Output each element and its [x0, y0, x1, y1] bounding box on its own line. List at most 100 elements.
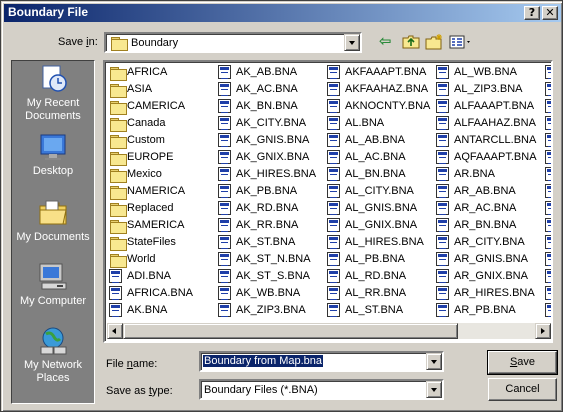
item-label: AK_HIRES.BNA	[236, 168, 317, 180]
bna-file-icon	[436, 133, 449, 147]
bna-file-icon[interactable]	[545, 150, 551, 164]
place-label: My Documents	[16, 231, 90, 243]
bna-file-icon	[327, 252, 340, 266]
back-arrow-icon[interactable]: ⇦	[379, 33, 399, 51]
bna-file-icon	[109, 269, 122, 283]
bna-file-icon	[436, 252, 449, 266]
file-name-label: File name:	[106, 358, 158, 370]
title-bar[interactable]: Boundary File ? ✕	[4, 4, 561, 22]
bna-file-icon[interactable]	[545, 99, 551, 113]
scroll-left-button[interactable]	[107, 323, 123, 339]
bna-file-icon[interactable]	[545, 65, 551, 79]
folder-icon	[110, 186, 127, 200]
save-as-type-select[interactable]: Boundary Files (*.BNA)	[199, 379, 444, 400]
place-my-documents[interactable]: My Documents	[12, 197, 94, 244]
window-title: Boundary File	[8, 5, 89, 19]
scroll-thumb[interactable]	[123, 323, 458, 339]
folder-icon	[110, 254, 127, 268]
item-label: AR_CITY.BNA	[454, 236, 525, 248]
item-label: Replaced	[127, 202, 174, 214]
new-folder-icon[interactable]	[424, 33, 444, 51]
item-label: AL_HIRES.BNA	[345, 236, 424, 248]
item-label: AL_WB.BNA	[454, 66, 517, 78]
file-name-dropdown-button[interactable]	[426, 353, 442, 370]
item-label: ASIA	[127, 83, 153, 95]
item-label: AR_GNIX.BNA	[454, 270, 528, 282]
save-button[interactable]: Save	[487, 350, 558, 375]
bna-file-icon	[436, 82, 449, 96]
item-label: AK_AB.BNA	[236, 66, 298, 78]
place-label: My Network Places	[23, 359, 83, 384]
save-as-type-label: Save as type:	[106, 385, 173, 397]
save-in-value: Boundary	[131, 37, 179, 49]
cancel-button[interactable]: Cancel	[488, 378, 557, 401]
save-in-combo[interactable]: Boundary	[104, 32, 362, 53]
item-label: ALFAAHAZ.BNA	[454, 117, 536, 129]
save-as-type-dropdown-button[interactable]	[426, 381, 442, 398]
bna-file-icon	[218, 150, 231, 164]
scroll-right-button[interactable]	[535, 323, 551, 339]
bna-file-icon[interactable]	[545, 184, 551, 198]
bna-file-icon	[436, 116, 449, 130]
place-desktop[interactable]: Desktop	[12, 131, 94, 178]
places-bar: My Recent Documents Desktop My Documents…	[11, 60, 95, 404]
view-menu-icon[interactable]	[448, 33, 474, 51]
file-name-value[interactable]: Boundary from Map.bna	[203, 355, 324, 367]
folder-icon	[110, 67, 127, 81]
item-label: AL_CITY.BNA	[345, 185, 414, 197]
bna-file-icon	[327, 133, 340, 147]
bna-file-icon[interactable]	[545, 235, 551, 249]
bna-file-icon	[436, 286, 449, 300]
bna-file-icon	[218, 116, 231, 130]
help-button[interactable]: ?	[524, 6, 540, 20]
item-label: AKFAAHAZ.BNA	[345, 83, 429, 95]
bna-file-icon[interactable]	[545, 252, 551, 266]
save-in-dropdown-button[interactable]	[344, 34, 360, 51]
bna-file-icon[interactable]	[545, 269, 551, 283]
bna-file-icon	[218, 235, 231, 249]
bna-file-icon[interactable]	[545, 201, 551, 215]
save-dialog: Boundary File ? ✕ Save in: Boundary ⇦ My…	[0, 0, 563, 412]
place-my-computer[interactable]: My Computer	[12, 261, 94, 308]
place-recent-documents[interactable]: My Recent Documents	[12, 63, 94, 123]
item-label: AFRICA.BNA	[127, 287, 194, 299]
item-label: AL_RR.BNA	[345, 287, 407, 299]
bna-file-icon	[218, 65, 231, 79]
folder-icon	[110, 135, 127, 149]
file-name-input[interactable]: Boundary from Map.bna	[199, 351, 444, 372]
item-label: AL_GNIS.BNA	[345, 202, 418, 214]
help-icon: ?	[528, 6, 536, 19]
folder-icon	[110, 118, 127, 132]
bna-file-icon	[436, 201, 449, 215]
item-label: AKNOCNTY.BNA	[345, 100, 431, 112]
bna-file-icon	[327, 218, 340, 232]
bna-file-icon	[218, 133, 231, 147]
bna-file-icon[interactable]	[545, 82, 551, 96]
bna-file-icon	[218, 286, 231, 300]
item-label: Canada	[127, 117, 166, 129]
bna-file-icon[interactable]	[545, 303, 551, 317]
item-label: AK_ST_S.BNA	[236, 270, 310, 282]
close-button[interactable]: ✕	[542, 6, 558, 20]
bna-file-icon[interactable]	[545, 116, 551, 130]
place-label: My Recent Documents	[25, 97, 81, 122]
item-label: AK_AC.BNA	[236, 83, 298, 95]
bna-file-icon[interactable]	[545, 167, 551, 181]
place-network[interactable]: My Network Places	[12, 325, 94, 385]
bna-file-icon	[327, 116, 340, 130]
bna-file-icon[interactable]	[545, 218, 551, 232]
bna-file-icon[interactable]	[545, 133, 551, 147]
bna-file-icon	[436, 184, 449, 198]
horizontal-scrollbar[interactable]	[107, 323, 551, 339]
bna-file-icon	[327, 150, 340, 164]
up-one-level-icon[interactable]	[401, 33, 421, 51]
bna-file-icon	[327, 82, 340, 96]
item-label: AK_BN.BNA	[236, 100, 298, 112]
file-list[interactable]: AFRICA ASIA CAMERICA Canada Custom EUROPE Mexi…	[103, 60, 553, 343]
item-label: ANTARCLL.BNA	[454, 134, 537, 146]
recent-documents-icon	[37, 63, 69, 95]
bna-file-icon	[218, 252, 231, 266]
save-in-label: Save in:	[58, 36, 98, 48]
item-label: AR.BNA	[454, 168, 495, 180]
bna-file-icon[interactable]	[545, 286, 551, 300]
